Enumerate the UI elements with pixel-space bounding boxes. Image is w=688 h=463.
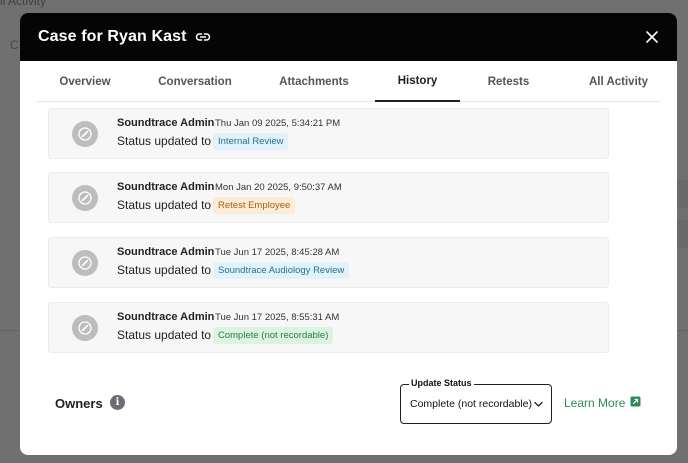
close-button[interactable]: [643, 28, 661, 46]
external-link-icon: [630, 396, 641, 406]
tab-retests[interactable]: Retests: [477, 61, 540, 102]
background-label: C: [10, 38, 19, 52]
status-badge: Soundtrace Audiology Review: [213, 262, 350, 279]
history-action: Status updated to: [117, 328, 212, 342]
tab-history[interactable]: History: [375, 61, 460, 102]
status-badge: Internal Review: [213, 133, 289, 150]
avatar: [72, 315, 98, 341]
status-badge: Complete (not recordable): [213, 327, 334, 344]
owners-label: Owners: [55, 396, 103, 411]
avatar: [72, 185, 98, 211]
background-edge: [676, 220, 688, 248]
history-item: Soundtrace Admin Mon Jan 20 2025, 9:50:3…: [48, 172, 609, 223]
link-icon[interactable]: [195, 29, 211, 45]
learn-more-label: Learn More: [564, 396, 626, 410]
history-timestamp: Tue Jun 17 2025, 8:55:31 AM: [215, 312, 340, 323]
learn-more-link[interactable]: Learn More: [564, 396, 641, 410]
update-status-select[interactable]: Update Status Complete (not recordable): [400, 378, 552, 424]
chevron-down-icon: [534, 401, 543, 407]
tab-overview[interactable]: Overview: [43, 61, 127, 102]
tab-all-activity[interactable]: All Activity: [575, 61, 662, 102]
history-timestamp: Mon Jan 20 2025, 9:50:37 AM: [215, 182, 342, 193]
close-icon: [646, 31, 658, 43]
pencil-icon: [78, 321, 92, 335]
history-author: Soundtrace Admin: [117, 246, 215, 258]
modal-footer: Owners i Update Status Complete (not rec…: [20, 378, 677, 430]
history-item: Soundtrace Admin Tue Jun 17 2025, 8:45:2…: [48, 237, 609, 288]
pencil-icon: [78, 127, 92, 141]
history-action: Status updated to: [117, 263, 212, 277]
history-author: Soundtrace Admin: [117, 181, 215, 193]
avatar: [72, 121, 98, 147]
tab-bar: Overview Conversation Attachments Histor…: [37, 61, 660, 102]
history-timestamp: Thu Jan 09 2025, 5:34:21 PM: [215, 118, 341, 129]
background-title: ll Activity: [0, 0, 47, 8]
history-author: Soundtrace Admin: [117, 311, 215, 323]
status-badge: Retest Employee: [213, 197, 296, 214]
history-timestamp: Tue Jun 17 2025, 8:45:28 AM: [215, 247, 340, 258]
modal-title: Case for Ryan Kast: [38, 28, 187, 45]
history-action: Status updated to: [117, 134, 212, 148]
history-action: Status updated to: [117, 198, 212, 212]
pencil-icon: [78, 256, 92, 270]
avatar: [72, 250, 98, 276]
history-item: Soundtrace Admin Tue Jun 17 2025, 8:55:3…: [48, 302, 609, 353]
info-icon[interactable]: i: [110, 395, 125, 410]
update-status-value: Complete (not recordable): [410, 398, 532, 410]
update-status-label: Update Status: [409, 378, 474, 388]
background-edge: [676, 180, 688, 208]
modal-header: Case for Ryan Kast: [20, 13, 677, 61]
tab-attachments[interactable]: Attachments: [273, 61, 355, 102]
history-item: Soundtrace Admin Thu Jan 09 2025, 5:34:2…: [48, 108, 609, 159]
pencil-icon: [78, 191, 92, 205]
history-author: Soundtrace Admin: [117, 117, 215, 129]
tab-conversation[interactable]: Conversation: [149, 61, 241, 102]
